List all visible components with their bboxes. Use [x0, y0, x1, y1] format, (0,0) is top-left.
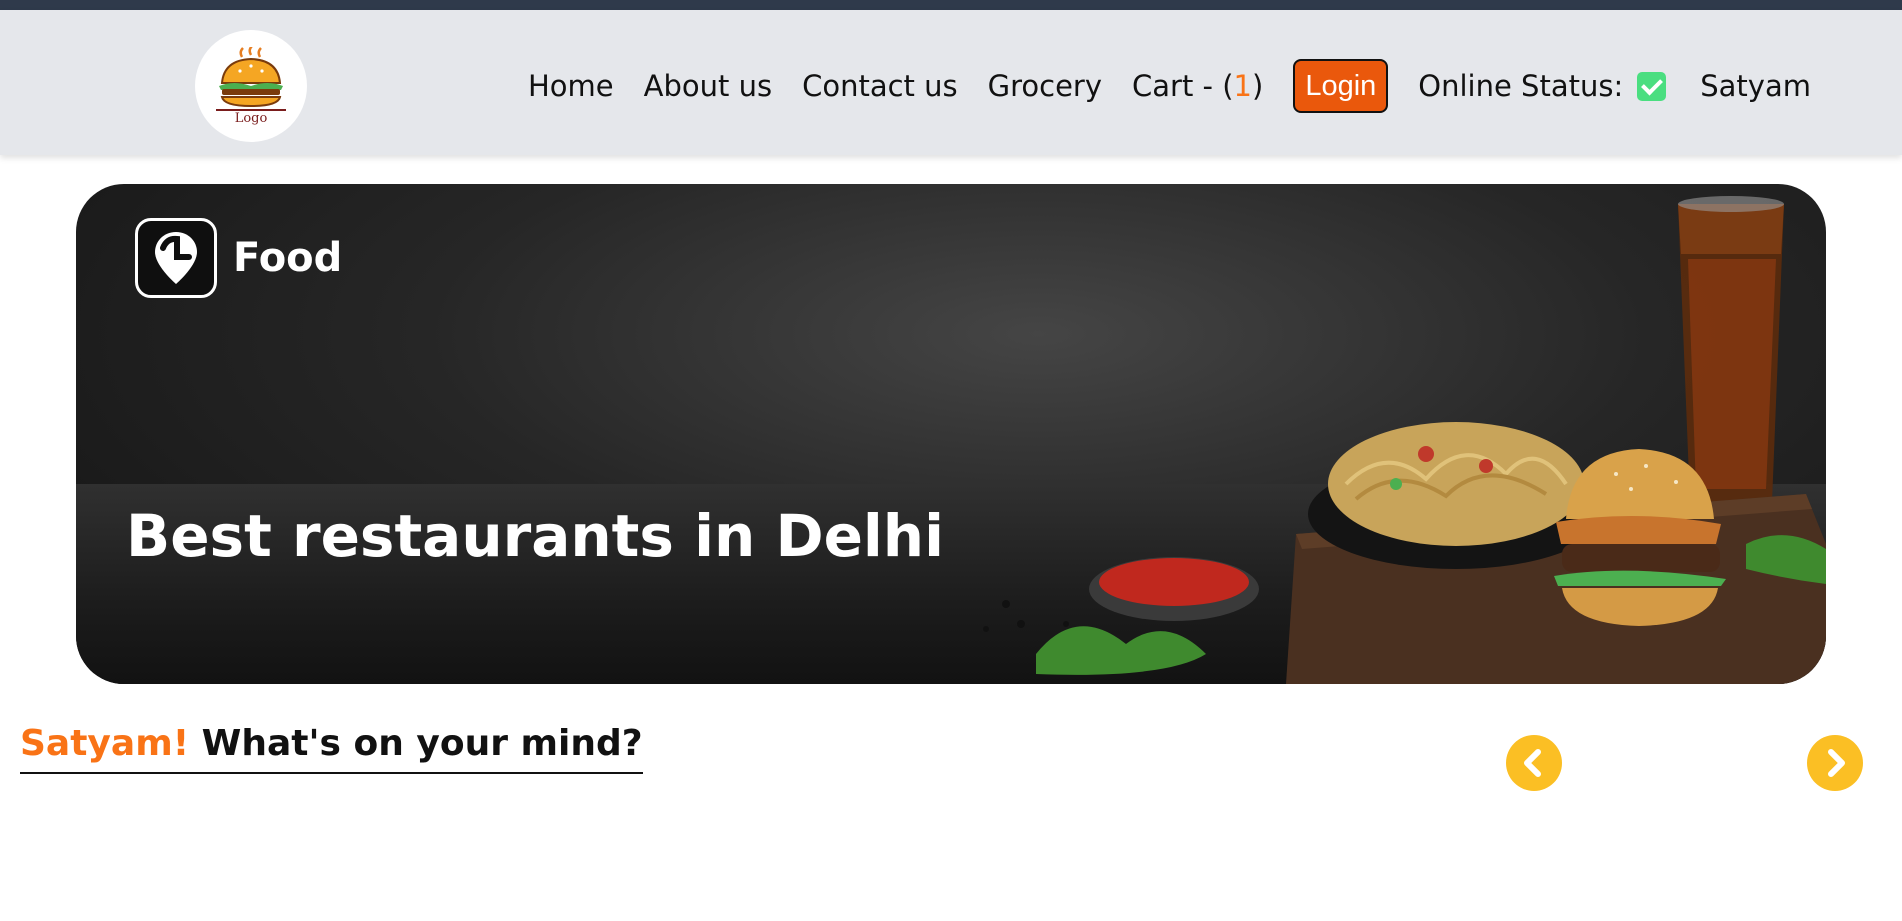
nav-home-link[interactable]: Home	[528, 69, 614, 103]
user-name: Satyam	[1700, 69, 1811, 103]
nav-links: Home About us Contact us Grocery Cart - …	[528, 58, 1841, 114]
carousel-next-button[interactable]	[1807, 735, 1863, 791]
chevron-right-icon	[1828, 749, 1845, 777]
burger-logo-icon	[216, 46, 286, 111]
logo[interactable]: Logo	[195, 30, 307, 142]
banner-brand-label: Food	[233, 235, 343, 281]
logo-caption: Logo	[234, 110, 268, 126]
online-status-label: Online Status:	[1418, 69, 1624, 103]
cart-count: 1	[1233, 69, 1252, 103]
navbar: Logo Home About us Contact us Grocery Ca…	[0, 10, 1902, 155]
nav-cart-link[interactable]: Cart - (1)	[1132, 69, 1263, 103]
chevron-left-icon	[1524, 749, 1541, 777]
banner-brand: Food	[135, 218, 342, 298]
online-status: Online Status:	[1418, 69, 1667, 103]
checkbox-checked-icon	[1637, 71, 1667, 101]
greeting-text: What's on your mind?	[189, 723, 643, 764]
nav-about-link[interactable]: About us	[644, 69, 772, 103]
banner-title: Best restaurants in Delhi	[126, 502, 944, 570]
location-pin-icon	[135, 218, 217, 298]
nav-contact-link[interactable]: Contact us	[802, 69, 958, 103]
top-border	[0, 0, 1902, 10]
cart-prefix: Cart - (	[1132, 69, 1234, 103]
hero-banner[interactable]: Food Best restaurants in Delhi	[76, 184, 1826, 684]
cart-suffix: )	[1252, 69, 1264, 103]
section-heading: Satyam! What's on your mind?	[20, 723, 643, 774]
nav-grocery-link[interactable]: Grocery	[988, 69, 1102, 103]
food-illustration	[983, 196, 1826, 684]
login-button[interactable]: Login	[1293, 59, 1389, 113]
greeting-name: Satyam!	[20, 723, 190, 764]
carousel-prev-button[interactable]	[1506, 735, 1562, 791]
